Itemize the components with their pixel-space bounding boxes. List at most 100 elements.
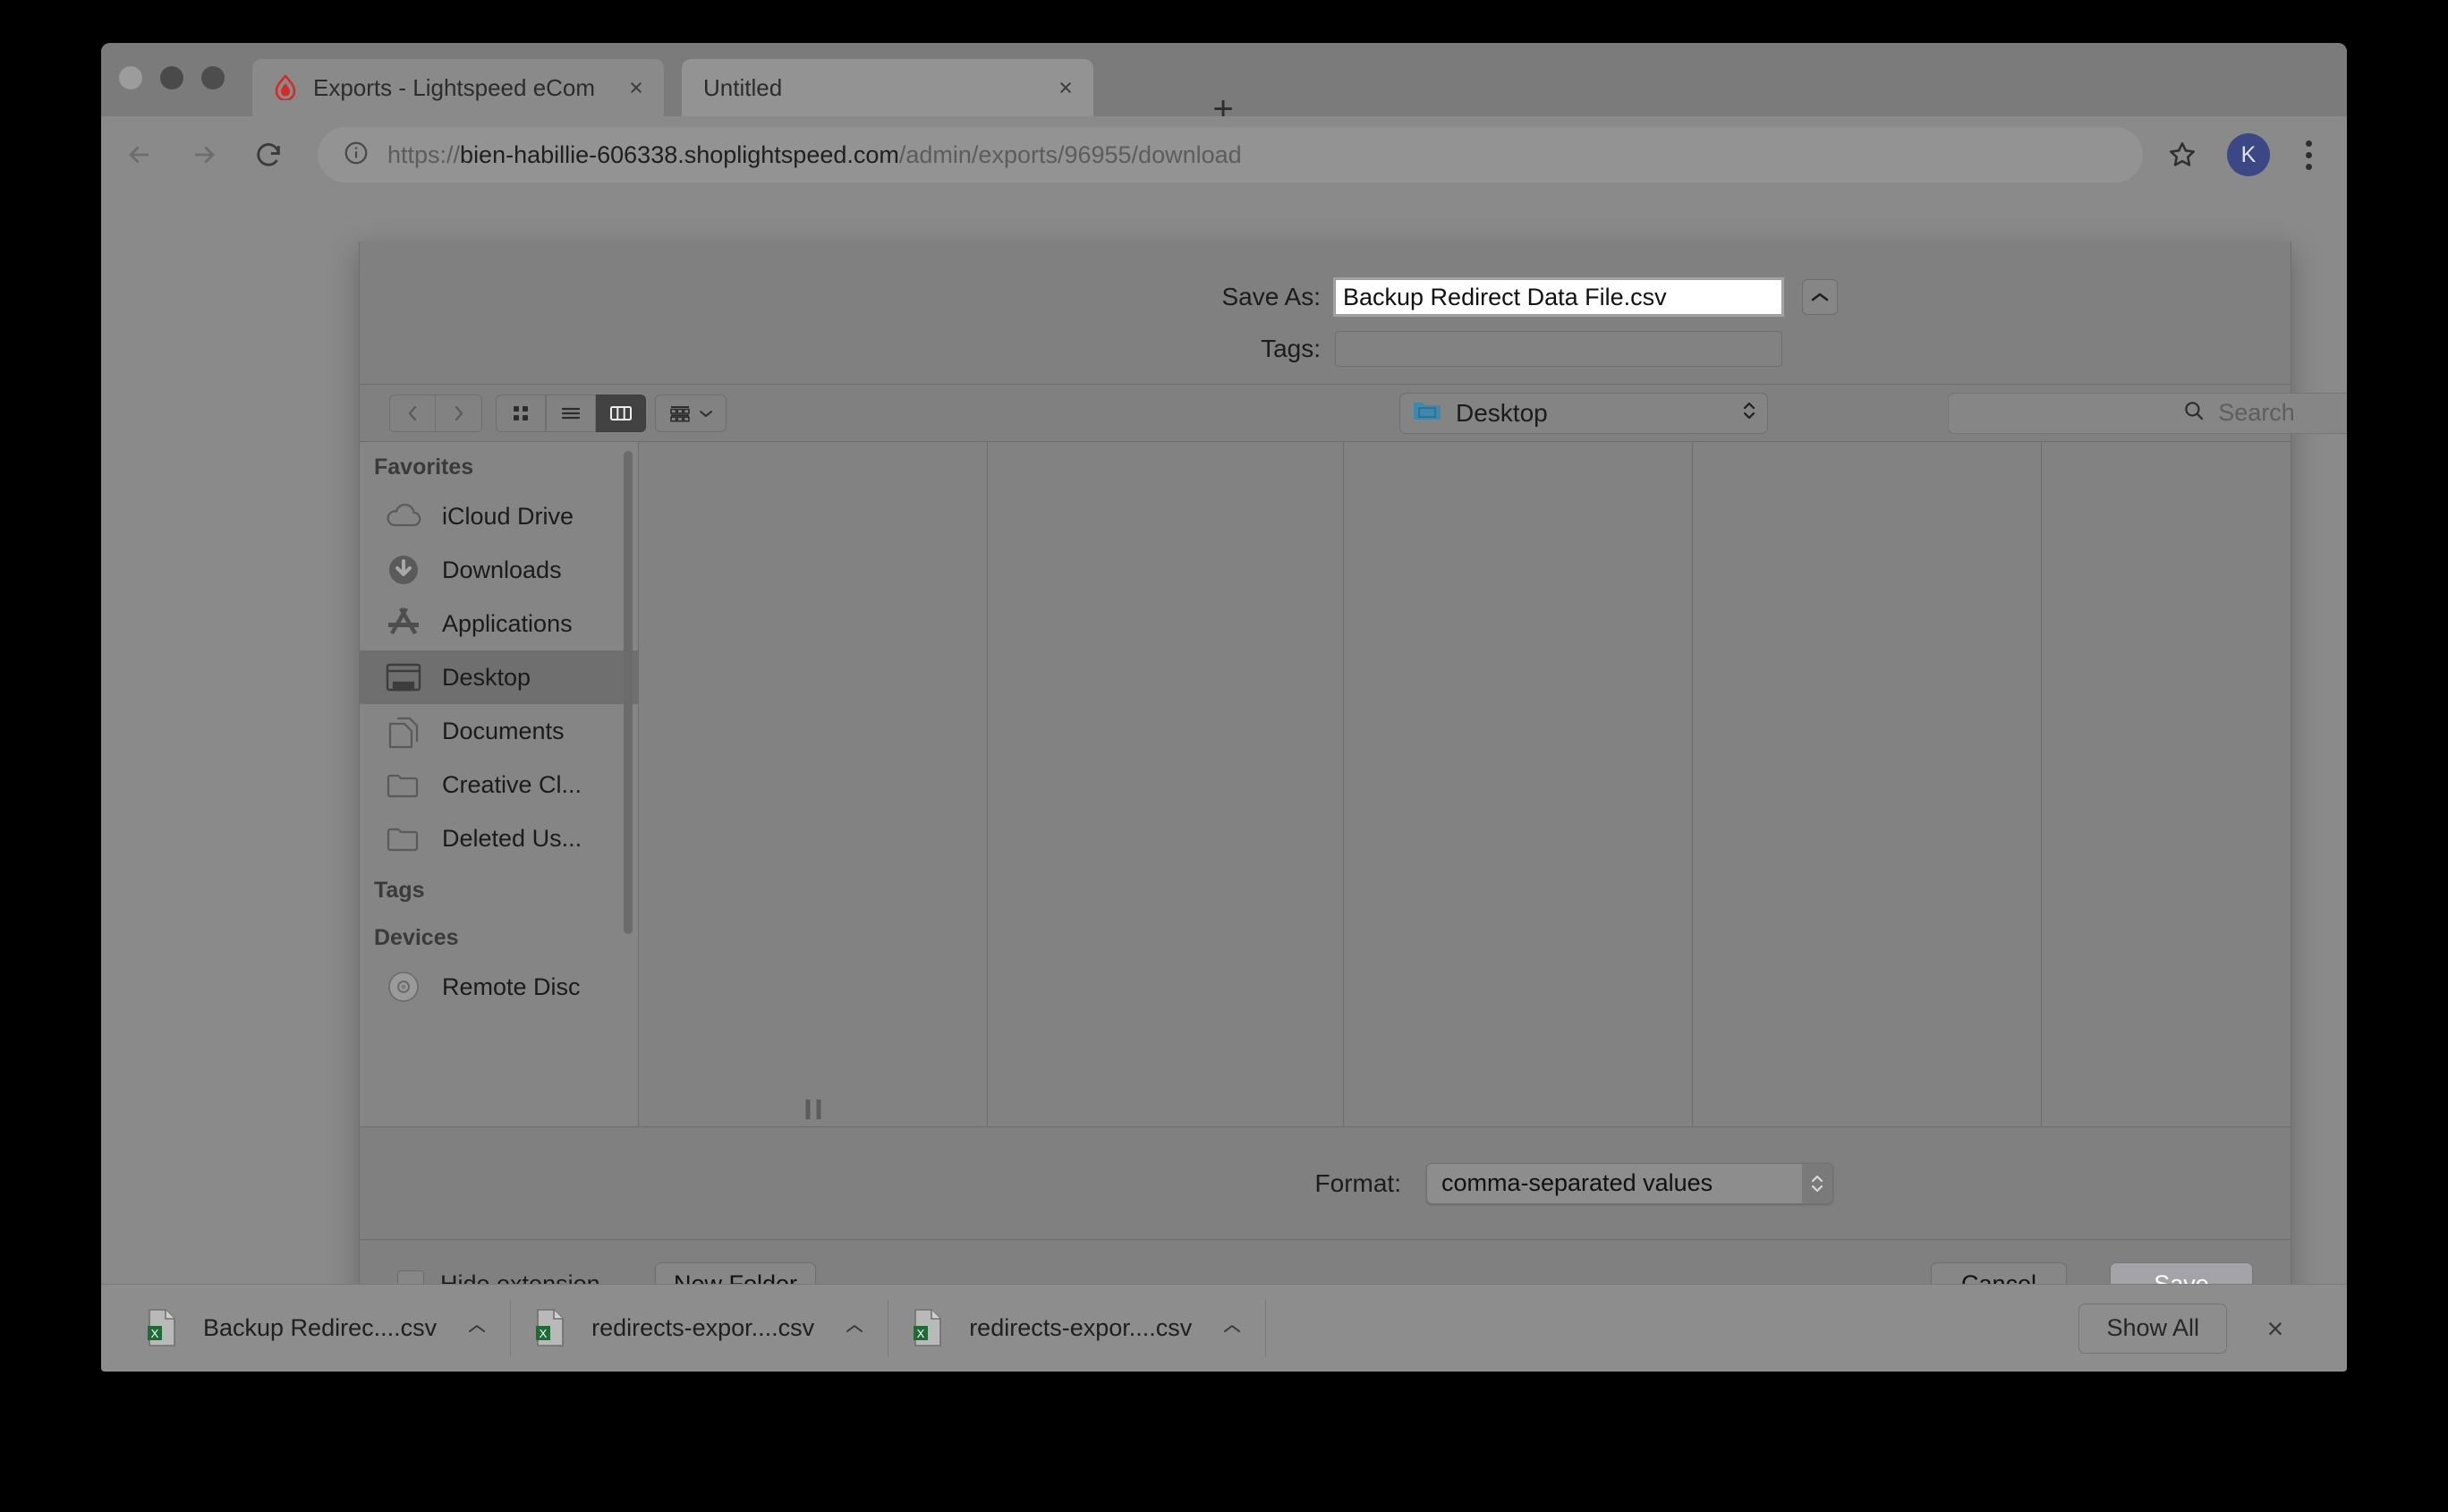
close-icon[interactable]: ×	[2256, 1309, 2295, 1348]
close-tab-button[interactable]: ×	[621, 72, 651, 103]
save-as-label: Save As:	[1221, 283, 1321, 310]
download-item[interactable]: X redirects-expor....csv	[511, 1299, 889, 1357]
sidebar-scrollbar[interactable]	[624, 451, 633, 934]
file-column[interactable]	[639, 442, 988, 1126]
up-down-stepper-icon[interactable]	[1740, 396, 1758, 429]
sidebar-section-devices: Devices	[374, 925, 459, 950]
file-browser-columns	[639, 442, 2291, 1126]
search-placeholder: Search	[2218, 399, 2295, 426]
file-column[interactable]	[1344, 442, 1693, 1126]
chevron-up-icon[interactable]	[1222, 1316, 1242, 1341]
downloads-icon	[383, 549, 424, 590]
url-host: bien-habillie-606338.shoplightspeed.com	[460, 140, 899, 168]
three-dots-vertical-icon[interactable]	[2290, 130, 2327, 180]
sidebar-section-favorites: Favorites	[374, 454, 474, 480]
address-bar-url: https://bien-habillie-606338.shoplightsp…	[387, 141, 1242, 169]
save-dialog-fields: Save As: Backup Redirect Data File.csv T…	[360, 242, 2291, 385]
svg-text:X: X	[540, 1327, 548, 1340]
folder-icon	[383, 764, 424, 805]
sidebar-section-tags: Tags	[374, 878, 425, 903]
column-resize-handle[interactable]	[805, 1100, 820, 1119]
format-dropdown[interactable]: comma-separated values	[1426, 1162, 1833, 1204]
chevron-up-icon[interactable]	[845, 1316, 864, 1341]
list-view-button[interactable]	[546, 394, 596, 432]
tags-input[interactable]	[1335, 331, 1782, 367]
file-browser-body: Favorites iCloud Drive Downloads Applica…	[360, 442, 2291, 1127]
info-circle-icon[interactable]	[343, 140, 370, 171]
optical-disc-icon	[383, 966, 424, 1007]
sidebar-item-label: Downloads	[442, 556, 562, 583]
file-column[interactable]	[2042, 442, 2291, 1126]
minimize-window-button[interactable]	[160, 66, 183, 89]
svg-text:X: X	[151, 1327, 159, 1340]
file-browser-sidebar: Favorites iCloud Drive Downloads Applica…	[360, 442, 639, 1126]
tags-row: Tags:	[360, 331, 2291, 367]
search-input[interactable]: Search	[1948, 392, 2347, 434]
sidebar-item-label: Desktop	[442, 663, 531, 691]
avatar[interactable]: K	[2227, 133, 2270, 176]
download-item[interactable]: X Backup Redirec....csv	[123, 1299, 512, 1357]
sidebar-item-label: Deleted Us...	[442, 824, 582, 852]
view-mode-segmented-control	[496, 394, 646, 432]
csv-file-icon: X	[912, 1308, 946, 1349]
sidebar-item-label: Remote Disc	[442, 973, 581, 1000]
csv-file-icon: X	[146, 1308, 180, 1349]
file-back-button[interactable]	[389, 394, 436, 432]
svg-text:X: X	[917, 1327, 925, 1340]
sidebar-item-deleted-users[interactable]: Deleted Us...	[360, 811, 638, 865]
close-tab-button[interactable]: ×	[1050, 72, 1081, 103]
back-button[interactable]	[114, 129, 166, 181]
save-as-input[interactable]: Backup Redirect Data File.csv	[1335, 279, 1782, 315]
up-down-stepper-icon[interactable]	[1802, 1163, 1832, 1203]
applications-icon	[383, 603, 424, 644]
sidebar-item-downloads[interactable]: Downloads	[360, 543, 638, 597]
sidebar-item-remote-disc[interactable]: Remote Disc	[360, 960, 638, 1014]
column-view-button[interactable]	[596, 394, 646, 432]
format-label: Format:	[1314, 1168, 1401, 1197]
sidebar-item-documents[interactable]: Documents	[360, 704, 638, 758]
download-item-name: redirects-expor....csv	[969, 1314, 1193, 1341]
sidebar-item-desktop[interactable]: Desktop	[360, 650, 638, 704]
desktop-icon	[383, 657, 424, 698]
sidebar-item-label: Documents	[442, 717, 565, 744]
save-file-dialog: Save As: Backup Redirect Data File.csv T…	[359, 242, 2347, 1329]
file-browser-toolbar: Desktop Search	[360, 385, 2347, 442]
window-traffic-lights	[119, 66, 225, 89]
icon-view-button[interactable]	[496, 394, 546, 432]
chevron-down-icon	[700, 410, 712, 417]
icloud-drive-icon	[383, 496, 424, 537]
sidebar-item-applications[interactable]: Applications	[360, 597, 638, 650]
navigation-segmented-control	[389, 394, 482, 432]
documents-icon	[383, 710, 424, 752]
sidebar-item-label: Creative Cl...	[442, 770, 582, 798]
file-column[interactable]	[1693, 442, 2042, 1126]
show-all-button[interactable]: Show All	[2078, 1303, 2227, 1354]
browser-tab-exports[interactable]: Exports - Lightspeed eCom ×	[252, 59, 664, 116]
maximize-window-button[interactable]	[201, 66, 225, 89]
url-path: /admin/exports/96955/download	[898, 140, 1242, 168]
arrange-by-button[interactable]	[655, 394, 727, 432]
file-column[interactable]	[988, 442, 1344, 1126]
csv-file-icon: X	[534, 1308, 568, 1349]
blue-folder-icon	[1413, 399, 1441, 427]
chevron-up-icon[interactable]	[1802, 279, 1838, 315]
sidebar-item-label: iCloud Drive	[442, 502, 574, 530]
file-forward-button[interactable]	[436, 394, 482, 432]
address-bar[interactable]: https://bien-habillie-606338.shoplightsp…	[318, 127, 2143, 183]
download-item[interactable]: X redirects-expor....csv	[888, 1299, 1267, 1357]
url-scheme: https://	[387, 140, 461, 168]
download-item-name: redirects-expor....csv	[591, 1314, 815, 1341]
close-window-button[interactable]	[119, 66, 142, 89]
chevron-up-icon[interactable]	[467, 1316, 487, 1341]
search-icon	[2182, 399, 2206, 427]
sidebar-item-creative-cloud[interactable]: Creative Cl...	[360, 758, 638, 811]
download-item-name: Backup Redirec....csv	[203, 1314, 438, 1341]
download-bar: X Backup Redirec....csv X redirects-expo…	[101, 1284, 2347, 1372]
star-icon[interactable]	[2157, 130, 2207, 180]
browser-tab-untitled[interactable]: Untitled ×	[682, 59, 1093, 116]
format-dropdown-value: comma-separated values	[1441, 1169, 1713, 1196]
reload-button[interactable]	[242, 129, 294, 181]
sidebar-item-icloud-drive[interactable]: iCloud Drive	[360, 489, 638, 543]
forward-button[interactable]	[178, 129, 230, 181]
path-popup-button[interactable]: Desktop	[1399, 392, 1768, 434]
